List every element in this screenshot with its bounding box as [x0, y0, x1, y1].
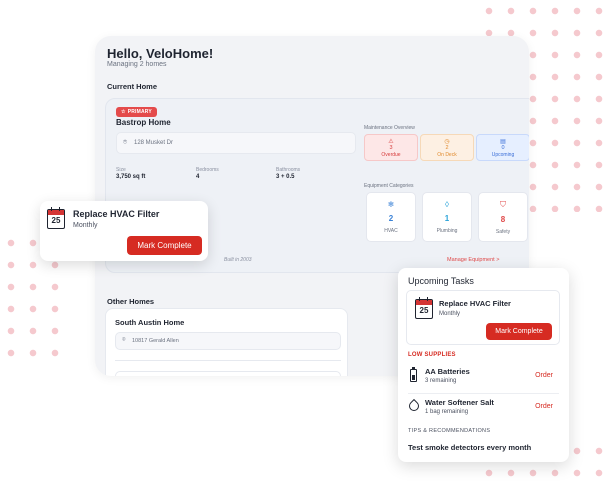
equipment-hvac[interactable]: ❄ 2 HVAC — [366, 192, 416, 242]
other-home-card[interactable]: South Austin Home ⌾ 10817 Gerald Allen — [105, 308, 348, 376]
other-home-name: South Austin Home — [115, 318, 185, 327]
other-address-text: 10817 Gerald Allen — [132, 338, 179, 344]
alert-icon: ⚠ — [388, 139, 394, 145]
calendar-icon: 25 — [47, 207, 65, 229]
clock-icon: ◷ — [444, 139, 450, 145]
snowflake-icon: ❄ — [387, 200, 395, 209]
upcoming-label: Upcoming — [491, 152, 515, 158]
order-link[interactable]: Order — [535, 372, 553, 379]
next-card-edge — [115, 371, 341, 376]
supply-remaining: 1 bag remaining — [425, 409, 469, 415]
greeting-subtitle: Managing 2 homes — [107, 61, 167, 68]
overdue-label: Overdue — [381, 152, 401, 158]
order-link[interactable]: Order — [535, 403, 553, 410]
task-frequency: Monthly — [439, 311, 461, 317]
supply-item: Water Softener Salt 1 bag remaining Orde… — [406, 397, 559, 423]
home-name: Bastrop Home — [116, 118, 171, 127]
supply-name: AA Batteries — [425, 367, 470, 376]
water-drop-icon: ◊ — [445, 200, 449, 209]
on-deck-box[interactable]: ◷ 2 On Deck — [420, 134, 474, 161]
mark-complete-button[interactable]: Mark Complete — [486, 323, 552, 340]
stat-value-size: 3,750 sq ft — [116, 174, 146, 180]
on-deck-count: 2 — [445, 145, 449, 151]
equipment-plumbing[interactable]: ◊ 1 Plumbing — [422, 192, 472, 242]
location-pin-icon: ⌾ — [122, 337, 126, 343]
stat-value-bedrooms: 4 — [196, 174, 200, 180]
safety-count: 8 — [500, 215, 506, 224]
tip-text: Test smoke detectors every month — [408, 443, 532, 452]
task-popup: 25 Replace HVAC Filter Monthly Mark Comp… — [40, 201, 208, 261]
built-year: Built in 2003 — [224, 257, 252, 263]
marketing-composition: Hello, VeloHome! Managing 2 homes Curren… — [0, 0, 616, 484]
on-deck-label: On Deck — [437, 152, 457, 158]
supply-remaining: 3 remaining — [425, 378, 457, 384]
stat-label-bedrooms: Bedrooms — [196, 167, 219, 173]
divider — [408, 393, 559, 394]
tips-heading: TIPS & RECOMMENDATIONS — [408, 428, 491, 434]
task-title: Replace HVAC Filter — [439, 299, 511, 308]
task-card[interactable]: 25 Replace HVAC Filter Monthly Mark Comp… — [406, 290, 560, 345]
hvac-label: HVAC — [384, 228, 398, 234]
supply-name: Water Softener Salt — [425, 398, 494, 407]
popup-task-title: Replace HVAC Filter — [73, 209, 160, 219]
upcoming-count: 0 — [501, 145, 505, 151]
safety-label: Safety — [495, 229, 511, 235]
primary-badge: ☆ PRIMARY — [116, 107, 157, 117]
plumbing-label: Plumbing — [436, 228, 458, 234]
upcoming-tasks-title: Upcoming Tasks — [408, 276, 474, 286]
upcoming-tasks-panel: Upcoming Tasks 25 Replace HVAC Filter Mo… — [398, 268, 569, 462]
equipment-safety[interactable]: ⛉ 8 Safety — [478, 192, 528, 242]
hvac-count: 2 — [388, 214, 394, 223]
address-field: ⌾ 128 Musket Dr — [116, 132, 356, 154]
water-drop-icon — [406, 398, 422, 414]
current-home-heading: Current Home — [107, 82, 158, 91]
calendar-icon: ▤ — [500, 139, 506, 145]
stat-label-bathrooms: Bathrooms — [276, 167, 301, 173]
divider — [115, 360, 341, 361]
calendar-icon: 25 — [415, 297, 433, 319]
overdue-count: 3 — [389, 145, 393, 151]
mark-complete-button[interactable]: Mark Complete — [127, 236, 202, 255]
greeting-title: Hello, VeloHome! — [107, 46, 214, 61]
shield-icon: ⛉ — [500, 200, 506, 209]
popup-task-frequency: Monthly — [73, 222, 98, 229]
address-text: 128 Musket Dr — [134, 140, 174, 146]
other-address-field: ⌾ 10817 Gerald Allen — [115, 332, 341, 350]
battery-icon — [410, 367, 417, 382]
stat-value-bathrooms: 3 + 0.5 — [276, 174, 295, 180]
star-icon: ☆ — [121, 109, 126, 115]
upcoming-box[interactable]: ▤ 0 Upcoming — [476, 134, 529, 161]
equipment-categories-title: Equipment Categories — [364, 183, 414, 189]
maintenance-overview-title: Maintenance Overview — [364, 125, 415, 131]
location-pin-icon: ⌾ — [123, 139, 128, 146]
supply-item: AA Batteries 3 remaining Order — [408, 366, 559, 392]
other-homes-heading: Other Homes — [107, 297, 155, 306]
plumbing-count: 1 — [444, 214, 450, 223]
stat-label-size: Size — [116, 167, 126, 173]
overdue-box[interactable]: ⚠ 3 Overdue — [364, 134, 418, 161]
manage-equipment-link[interactable]: Manage Equipment > — [447, 257, 499, 263]
low-supplies-heading: LOW SUPPLIES — [408, 352, 456, 358]
